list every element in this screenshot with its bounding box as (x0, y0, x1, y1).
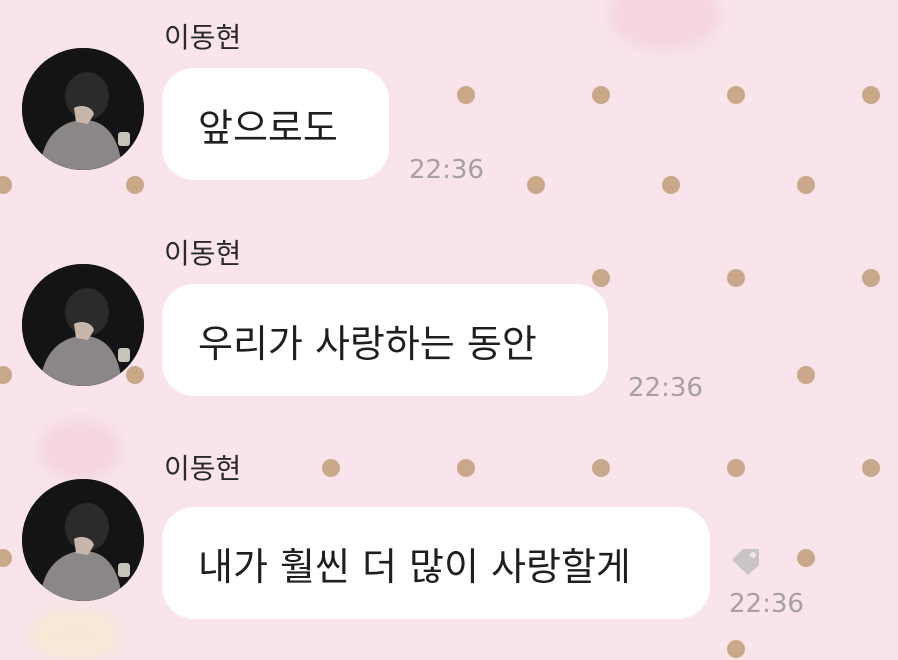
avatar[interactable] (22, 48, 144, 170)
profile-photo-icon (22, 264, 144, 386)
sender-name: 이동현 (164, 21, 242, 54)
chat-message: 이동현 우리가 사랑하는 동안 22:36 (0, 234, 898, 434)
message-bubble[interactable]: 우리가 사랑하는 동안 (162, 284, 608, 396)
tag-icon[interactable] (729, 546, 763, 576)
profile-photo-icon (22, 479, 144, 601)
message-time: 22:36 (729, 589, 804, 619)
chat-message: 이동현 앞으로도 22:36 (0, 18, 898, 218)
avatar[interactable] (22, 264, 144, 386)
sender-name: 이동현 (164, 237, 242, 270)
avatar[interactable] (22, 479, 144, 601)
message-time: 22:36 (409, 155, 484, 185)
sender-name: 이동현 (164, 452, 242, 485)
chat-message: 이동현 내가 훨씬 더 많이 사랑할게 22:36 (0, 449, 898, 649)
message-bubble[interactable]: 앞으로도 (162, 68, 389, 180)
message-time: 22:36 (628, 373, 703, 403)
message-bubble[interactable]: 내가 훨씬 더 많이 사랑할게 (162, 507, 710, 619)
profile-photo-icon (22, 48, 144, 170)
